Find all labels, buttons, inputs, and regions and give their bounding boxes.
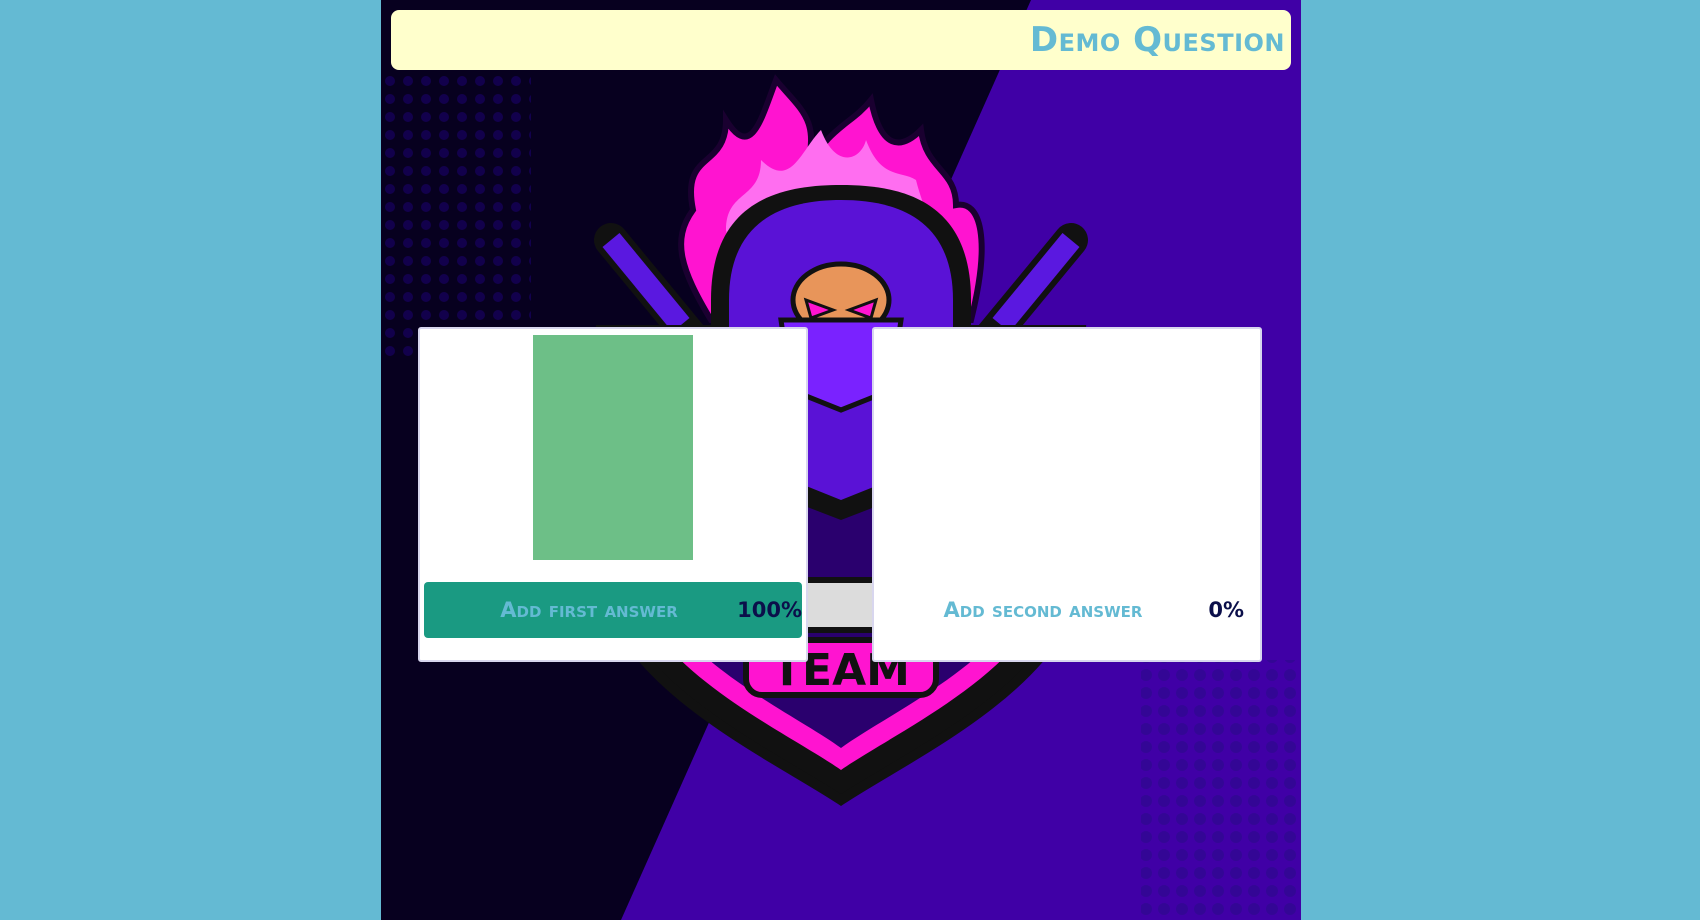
question-title: Demo Question [1029,20,1285,60]
question-banner: Demo Question [391,10,1291,70]
quiz-stage: TEAM Demo Question Add first answer 100%… [381,0,1301,920]
result-bar [533,335,693,560]
answer-label: Add second answer [943,598,1143,622]
answer-option-first[interactable]: Add first answer 100% [424,582,802,638]
answer-label: Add first answer [500,598,678,622]
result-bar-track [874,335,1260,560]
answer-card-second[interactable]: Add second answer 0% [872,327,1262,662]
answer-percentage: 0% [1208,598,1244,622]
answer-card-first[interactable]: Add first answer 100% [418,327,808,662]
answer-percentage: 100% [737,598,802,622]
result-bar-track [420,335,806,560]
answer-option-second[interactable]: Add second answer 0% [878,582,1256,638]
